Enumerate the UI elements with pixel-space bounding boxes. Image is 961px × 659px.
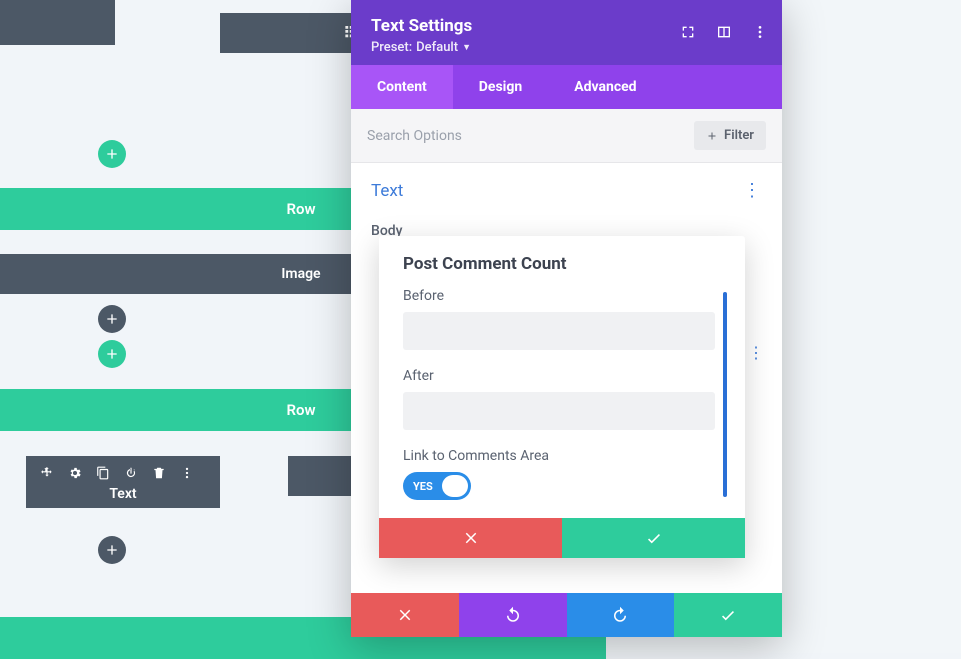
section-text-header: Text ⋮ — [371, 181, 762, 201]
close-button[interactable] — [351, 593, 459, 637]
link-comments-toggle[interactable]: YES — [403, 472, 471, 500]
module-block[interactable] — [0, 0, 115, 45]
duplicate-icon[interactable] — [96, 466, 110, 480]
after-input[interactable] — [403, 392, 715, 430]
post-comment-count-popover: Post Comment Count Before After Link to … — [379, 236, 745, 558]
tab-advanced[interactable]: Advanced — [548, 65, 662, 109]
gear-icon[interactable] — [68, 466, 82, 480]
scrollbar-thumb[interactable] — [723, 292, 727, 497]
power-icon[interactable] — [124, 466, 138, 480]
row-label: Row — [286, 200, 315, 218]
image-label: Image — [281, 266, 320, 282]
popover-cancel-button[interactable] — [379, 518, 562, 558]
add-dark-button-2[interactable] — [98, 536, 126, 564]
toggle-knob — [442, 475, 468, 497]
move-icon[interactable] — [40, 466, 54, 480]
link-comments-label: Link to Comments Area — [403, 448, 715, 464]
add-teal-button[interactable] — [98, 340, 126, 368]
text-module-label: Text — [40, 486, 206, 502]
modal-header: Text Settings Preset: Default ▼ — [351, 0, 782, 65]
modal-bottom-bar — [351, 593, 782, 637]
tab-content[interactable]: Content — [351, 65, 453, 109]
kebab-icon[interactable] — [180, 466, 194, 480]
undo-button[interactable] — [459, 593, 567, 637]
expand-icon[interactable] — [680, 24, 696, 40]
header-icon-group — [680, 24, 768, 40]
after-label: After — [403, 368, 715, 384]
filter-label: Filter — [724, 128, 754, 143]
caret-down-icon: ▼ — [462, 42, 471, 53]
tab-design[interactable]: Design — [453, 65, 548, 109]
columns-icon[interactable] — [716, 24, 732, 40]
section-title-text[interactable]: Text — [371, 181, 403, 201]
preset-prefix: Preset: — [371, 40, 412, 55]
modal-body: Text ⋮ Body ⋮ Post Comment Count Before … — [351, 163, 782, 593]
add-dark-button[interactable] — [98, 305, 126, 333]
add-module-button[interactable] — [98, 140, 126, 168]
preset-value: Default — [416, 40, 458, 55]
kebab-icon[interactable] — [752, 24, 768, 40]
row-label: Row — [286, 401, 315, 419]
text-module-toolbar: Text — [26, 456, 220, 508]
redo-button[interactable] — [567, 593, 675, 637]
floating-kebab-icon[interactable]: ⋮ — [748, 343, 764, 362]
modal-tabs: Content Design Advanced — [351, 65, 782, 109]
save-button[interactable] — [674, 593, 782, 637]
popover-actions — [379, 518, 745, 558]
text-settings-modal: Text Settings Preset: Default ▼ Content … — [351, 0, 782, 637]
toggle-on-label: YES — [413, 480, 433, 493]
before-input[interactable] — [403, 312, 715, 350]
preset-selector[interactable]: Preset: Default ▼ — [371, 40, 471, 55]
search-input[interactable]: Search Options — [367, 128, 462, 144]
popover-scrollarea: Before After Link to Comments Area YES — [403, 288, 721, 500]
section-kebab-icon[interactable]: ⋮ — [743, 182, 762, 200]
before-label: Before — [403, 288, 715, 304]
popover-confirm-button[interactable] — [562, 518, 745, 558]
popover-title: Post Comment Count — [403, 254, 721, 274]
search-row: Search Options Filter — [351, 109, 782, 163]
trash-icon[interactable] — [152, 466, 166, 480]
filter-button[interactable]: Filter — [694, 121, 766, 150]
